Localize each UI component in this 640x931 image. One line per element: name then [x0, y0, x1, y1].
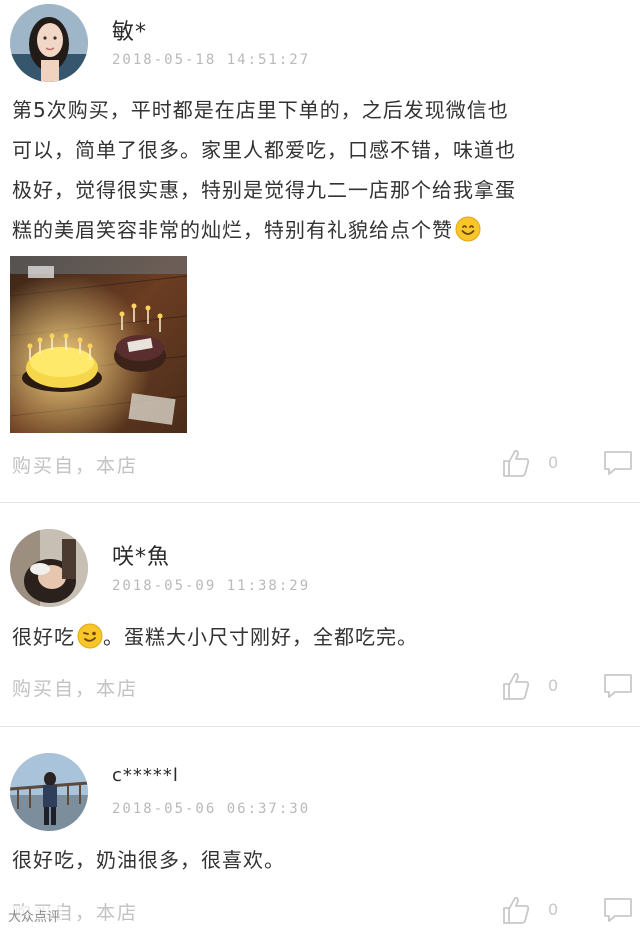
comment-icon[interactable]	[602, 896, 634, 924]
review-text: 第5次购买，平时都是在店里下单的，之后发现微信也 可以，简单了很多。家里人都爱吃…	[12, 90, 622, 250]
thumbs-up-icon[interactable]	[500, 894, 532, 926]
like-count: 0	[548, 676, 559, 695]
review-text-start: 很好吃	[12, 625, 75, 649]
avatar[interactable]	[10, 753, 88, 831]
review-text-line-last: 糕的美眉笑容非常的灿烂，特别有礼貌给点个赞	[12, 210, 622, 250]
like-count: 0	[548, 453, 559, 472]
avatar[interactable]	[10, 4, 88, 82]
review-item: c*****l 2018-05-06 06:37:30 很好吃，奶油很多，很喜欢…	[0, 727, 640, 931]
review-date: 2018-05-06 06:37:30	[112, 801, 311, 817]
username[interactable]: 咲*魚	[112, 539, 170, 571]
review-text-line: 可以，简单了很多。家里人都爱吃，口感不错，味道也	[12, 138, 516, 162]
review-text: 很好吃 。蛋糕大小尺寸刚好，全都吃完。	[12, 617, 622, 657]
review-footer: 购买自，本店 0	[0, 670, 640, 704]
like-count: 0	[548, 900, 559, 919]
review-footer: 购买自，本店 0	[0, 894, 640, 928]
smiley-emoji-icon	[455, 216, 481, 242]
username[interactable]: c*****l	[112, 765, 179, 786]
username[interactable]: 敏*	[112, 14, 147, 46]
review-item: 咲*魚 2018-05-09 11:38:29 很好吃 。蛋糕大小尺寸刚好，全都…	[0, 503, 640, 725]
review-text-end: 。蛋糕大小尺寸刚好，全都吃完。	[103, 625, 418, 649]
wink-emoji-icon	[77, 623, 103, 649]
watermark: 大众点评	[6, 906, 63, 925]
review-text-line: 糕的美眉笑容非常的灿烂，特别有礼貌给点个赞	[12, 218, 453, 242]
thumbs-up-icon[interactable]	[500, 670, 532, 702]
purchase-source: 购买自，本店	[12, 678, 139, 700]
thumbs-up-icon[interactable]	[500, 447, 532, 479]
review-text-line: 第5次购买，平时都是在店里下单的，之后发现微信也	[12, 98, 509, 122]
comment-icon[interactable]	[602, 672, 634, 700]
review-item: 敏* 2018-05-18 14:51:27 第5次购买，平时都是在店里下单的，…	[0, 0, 640, 500]
review-date: 2018-05-09 11:38:29	[112, 578, 311, 594]
review-text-line: 极好，觉得很实惠，特别是觉得九二一店那个给我拿蛋	[12, 178, 516, 202]
review-footer: 购买自，本店 0	[0, 447, 640, 481]
review-date: 2018-05-18 14:51:27	[112, 52, 311, 68]
purchase-source: 购买自，本店	[12, 455, 139, 477]
review-text: 很好吃，奶油很多，很喜欢。	[12, 848, 285, 872]
comment-icon[interactable]	[602, 449, 634, 477]
avatar[interactable]	[10, 529, 88, 607]
review-photo[interactable]	[10, 256, 187, 433]
